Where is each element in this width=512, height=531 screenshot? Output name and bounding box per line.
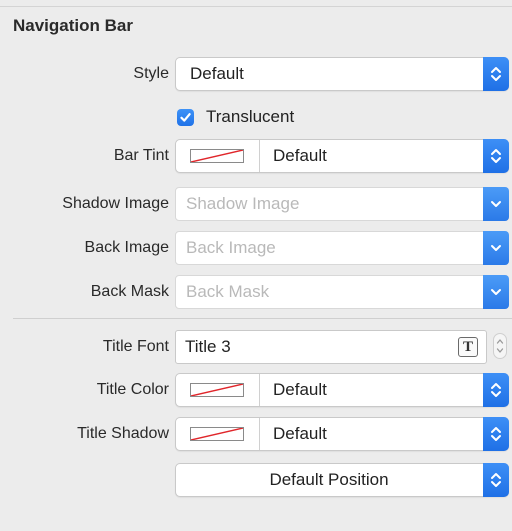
color-swatch-icon xyxy=(190,149,244,163)
chevron-down-icon[interactable] xyxy=(483,275,509,309)
popup-arrows-icon xyxy=(483,57,509,91)
popup-divider xyxy=(259,374,260,406)
color-swatch-icon xyxy=(190,383,244,397)
color-swatch-icon xyxy=(190,427,244,441)
popup-arrows-icon xyxy=(483,373,509,407)
shadow-image-placeholder: Shadow Image xyxy=(186,194,300,213)
shadow-offset-popup[interactable]: Default Position xyxy=(175,463,509,497)
back-image-label: Back Image xyxy=(84,239,169,256)
style-row: Style Default xyxy=(0,56,512,92)
popup-arrows-icon xyxy=(483,417,509,451)
title-color-popup[interactable]: Default xyxy=(175,373,509,407)
back-image-combo[interactable]: Back Image xyxy=(175,231,509,265)
popup-arrows-icon xyxy=(483,463,509,497)
popup-arrows-icon xyxy=(483,139,509,173)
title-color-label: Title Color xyxy=(96,381,169,398)
shadow-offset-row: Default Position xyxy=(0,462,512,498)
bar-tint-row: Bar Tint Default xyxy=(0,138,512,174)
title-shadow-label: Title Shadow xyxy=(77,425,169,442)
back-mask-combo[interactable]: Back Mask xyxy=(175,275,509,309)
title-shadow-value: Default xyxy=(273,424,327,443)
back-mask-placeholder: Back Mask xyxy=(186,282,270,301)
back-mask-label: Back Mask xyxy=(90,283,169,300)
title-font-label: Title Font xyxy=(102,338,169,355)
chevron-down-icon[interactable] xyxy=(483,187,509,221)
title-shadow-row: Title Shadow Default xyxy=(0,416,512,452)
bar-tint-popup[interactable]: Default xyxy=(175,139,509,173)
title-shadow-popup[interactable]: Default xyxy=(175,417,509,451)
translucent-checkbox[interactable] xyxy=(177,109,194,126)
translucent-label[interactable]: Translucent xyxy=(206,99,294,135)
shadow-image-label: Shadow Image xyxy=(62,195,169,212)
font-size-stepper-icon[interactable] xyxy=(493,333,507,359)
section-title: Navigation Bar xyxy=(13,16,133,35)
checkmark-icon xyxy=(180,113,191,122)
back-image-row: Back Image Back Image xyxy=(0,230,512,266)
section-divider xyxy=(13,318,512,319)
top-edge xyxy=(0,0,512,7)
chevron-down-icon[interactable] xyxy=(483,231,509,265)
style-value: Default xyxy=(190,64,244,83)
title-font-field[interactable]: Title 3 T xyxy=(175,330,487,364)
title-color-value: Default xyxy=(273,380,327,399)
back-image-placeholder: Back Image xyxy=(186,238,276,257)
back-mask-row: Back Mask Back Mask xyxy=(0,274,512,310)
translucent-row: Translucent xyxy=(0,99,512,135)
shadow-image-combo[interactable]: Shadow Image xyxy=(175,187,509,221)
popup-divider xyxy=(259,140,260,172)
popup-divider xyxy=(259,418,260,450)
style-label: Style xyxy=(133,65,169,82)
font-picker-icon[interactable]: T xyxy=(458,337,478,357)
shadow-offset-value: Default Position xyxy=(269,470,389,489)
title-color-row: Title Color Default xyxy=(0,372,512,408)
style-popup[interactable]: Default xyxy=(175,57,509,91)
title-font-row: Title Font Title 3 T xyxy=(0,329,512,365)
bar-tint-value: Default xyxy=(273,146,327,165)
title-font-value: Title 3 xyxy=(185,337,231,356)
shadow-image-row: Shadow Image Shadow Image xyxy=(0,186,512,222)
bar-tint-label: Bar Tint xyxy=(113,147,169,164)
